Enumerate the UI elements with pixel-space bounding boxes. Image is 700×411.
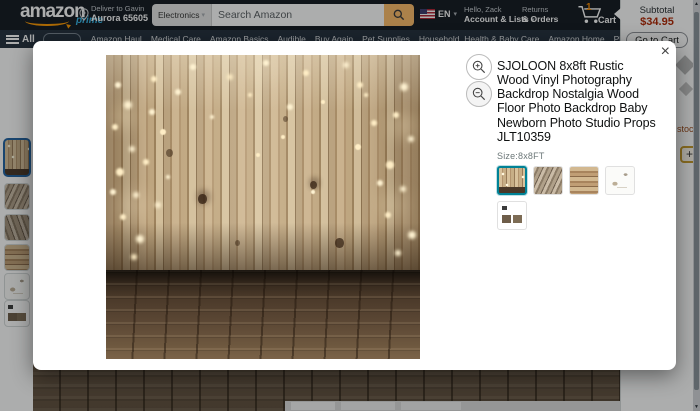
zoomed-product-image[interactable]	[106, 55, 420, 359]
size-label: Size:8x8FT	[497, 151, 663, 161]
image-zoom-modal: × SJOLOON 8x8ft Rustic Wood Vinyl Photog…	[33, 41, 676, 370]
image-thumbnail[interactable]	[569, 166, 599, 195]
screen: amazon prime Deliver to Gavin Aurora 656…	[0, 0, 700, 411]
modal-thumbnails	[497, 166, 647, 230]
zoom-in-button[interactable]	[466, 54, 492, 80]
image-thumbnail[interactable]	[605, 166, 635, 195]
wood-floor-graphic	[106, 270, 420, 359]
product-title: SJOLOON 8x8ft Rustic Wood Vinyl Photogra…	[497, 59, 657, 144]
wood-wall-graphic	[106, 55, 420, 270]
zoom-in-icon	[471, 59, 487, 75]
image-thumbnail[interactable]	[497, 201, 527, 230]
image-thumbnail[interactable]	[533, 166, 563, 195]
zoom-out-icon	[471, 86, 487, 102]
image-thumbnail-selected[interactable]	[497, 166, 527, 195]
zoom-out-button[interactable]	[466, 81, 492, 107]
modal-info: SJOLOON 8x8ft Rustic Wood Vinyl Photogra…	[497, 59, 663, 230]
bokeh-glow-graphic	[106, 55, 108, 57]
